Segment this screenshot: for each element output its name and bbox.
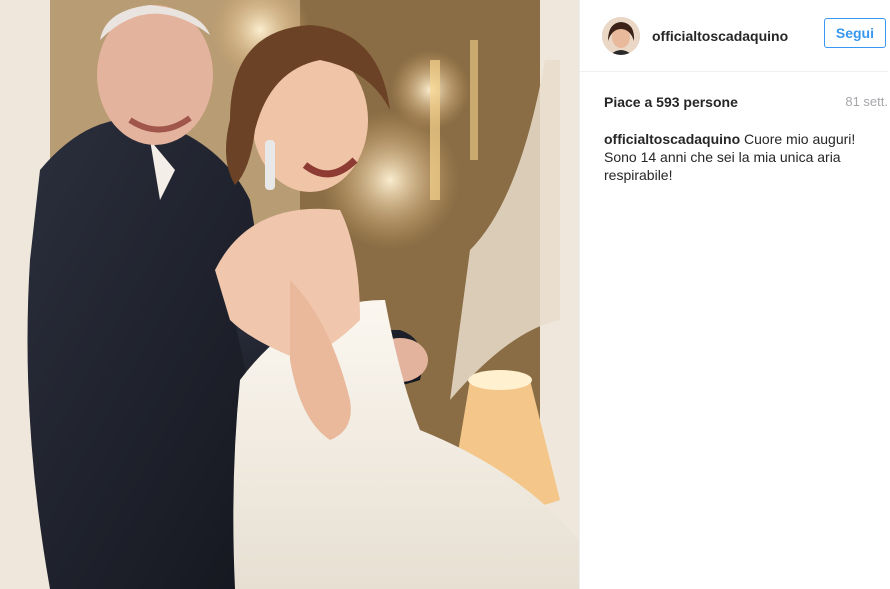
profile-avatar[interactable]: [602, 16, 640, 55]
follow-button[interactable]: Segui: [823, 18, 886, 48]
post-timestamp[interactable]: 81 sett.: [845, 94, 888, 110]
wedding-photo-image: [0, 0, 579, 589]
post-caption: officialtoscadaquino Cuore mio auguri! S…: [580, 110, 890, 184]
caption-username[interactable]: officialtoscadaquino: [604, 131, 740, 147]
post-sidebar: officialtoscadaquino Segui Piace a 593 p…: [579, 0, 890, 589]
post-meta: Piace a 593 persone 81 sett.: [580, 72, 890, 110]
post-photo[interactable]: [0, 0, 579, 589]
post-username[interactable]: officialtoscadaquino: [652, 28, 788, 44]
likes-count[interactable]: Piace a 593 persone: [604, 94, 738, 110]
post-header: officialtoscadaquino Segui: [580, 0, 888, 72]
avatar-image: [602, 16, 640, 55]
